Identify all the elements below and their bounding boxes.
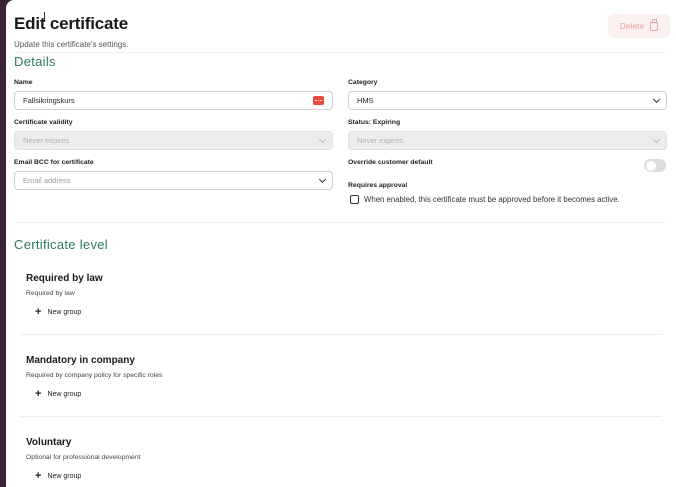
requires-approval-text: When enabled, this certificate must be a… (364, 195, 620, 204)
status-select: Never expires (348, 131, 667, 150)
new-group-button[interactable]: + New group (35, 388, 82, 400)
trash-icon (650, 18, 659, 31)
divider (14, 52, 666, 53)
password-manager-icon[interactable] (313, 96, 324, 105)
chevron-down-icon[interactable] (318, 175, 327, 184)
status-label: Status: Expiring (348, 119, 401, 126)
level-description: Required by law (26, 290, 75, 297)
plus-icon: + (35, 470, 42, 482)
page-title: Edit certificate (14, 14, 128, 33)
new-group-button[interactable]: + New group (35, 470, 82, 482)
level-card-voluntary: Voluntary Optional for professional deve… (20, 431, 662, 487)
requires-approval-checkbox[interactable] (350, 195, 359, 204)
new-group-label: New group (47, 472, 82, 480)
category-select[interactable]: HMS (348, 91, 667, 110)
status-value: Never expires (357, 136, 404, 145)
section-title-certificate-level: Certificate level (14, 237, 108, 252)
plus-icon: + (35, 306, 42, 318)
new-group-label: New group (47, 308, 82, 316)
email-placeholder: Email address (23, 176, 71, 185)
level-card-mandatory-in-company: Mandatory in company Required by company… (20, 349, 662, 417)
edit-certificate-page: Edit certificate Update this certificate… (6, 0, 676, 487)
chevron-down-icon (652, 95, 661, 104)
override-label: Override customer default (348, 159, 433, 166)
chevron-down-icon (652, 135, 661, 144)
chevron-down-icon (318, 135, 327, 144)
level-description: Required by company policy for specific … (26, 372, 163, 379)
level-title: Mandatory in company (26, 355, 135, 366)
validity-select: Never expires (14, 131, 333, 150)
name-value: Fallsikringskurs (23, 96, 75, 105)
override-toggle[interactable] (644, 159, 666, 172)
section-title-details: Details (14, 54, 56, 69)
delete-label: Delete (619, 21, 645, 31)
level-title: Required by law (26, 273, 103, 284)
validity-label: Certificate validity (14, 119, 73, 126)
level-title: Voluntary (26, 437, 72, 448)
email-bcc-input[interactable]: Email address (14, 171, 333, 190)
name-label: Name (14, 79, 33, 86)
requires-approval-label: Requires approval (348, 182, 408, 189)
divider (14, 222, 666, 223)
page-subtitle: Update this certificate's settings. (14, 40, 129, 49)
validity-value: Never expires (23, 136, 70, 145)
page-header: Edit certificate Update this certificate… (14, 14, 128, 49)
name-input[interactable]: Fallsikringskurs (14, 91, 333, 110)
new-group-button[interactable]: + New group (35, 306, 82, 318)
level-card-required-by-law: Required by law Required by law + New gr… (20, 267, 662, 335)
delete-button[interactable]: Delete (608, 14, 670, 38)
email-bcc-label: Email BCC for certificate (14, 159, 94, 166)
category-label: Category (348, 79, 378, 86)
new-group-label: New group (47, 390, 82, 398)
plus-icon: + (35, 388, 42, 400)
category-value: HMS (357, 96, 374, 105)
level-description: Optional for professional development (26, 454, 141, 461)
